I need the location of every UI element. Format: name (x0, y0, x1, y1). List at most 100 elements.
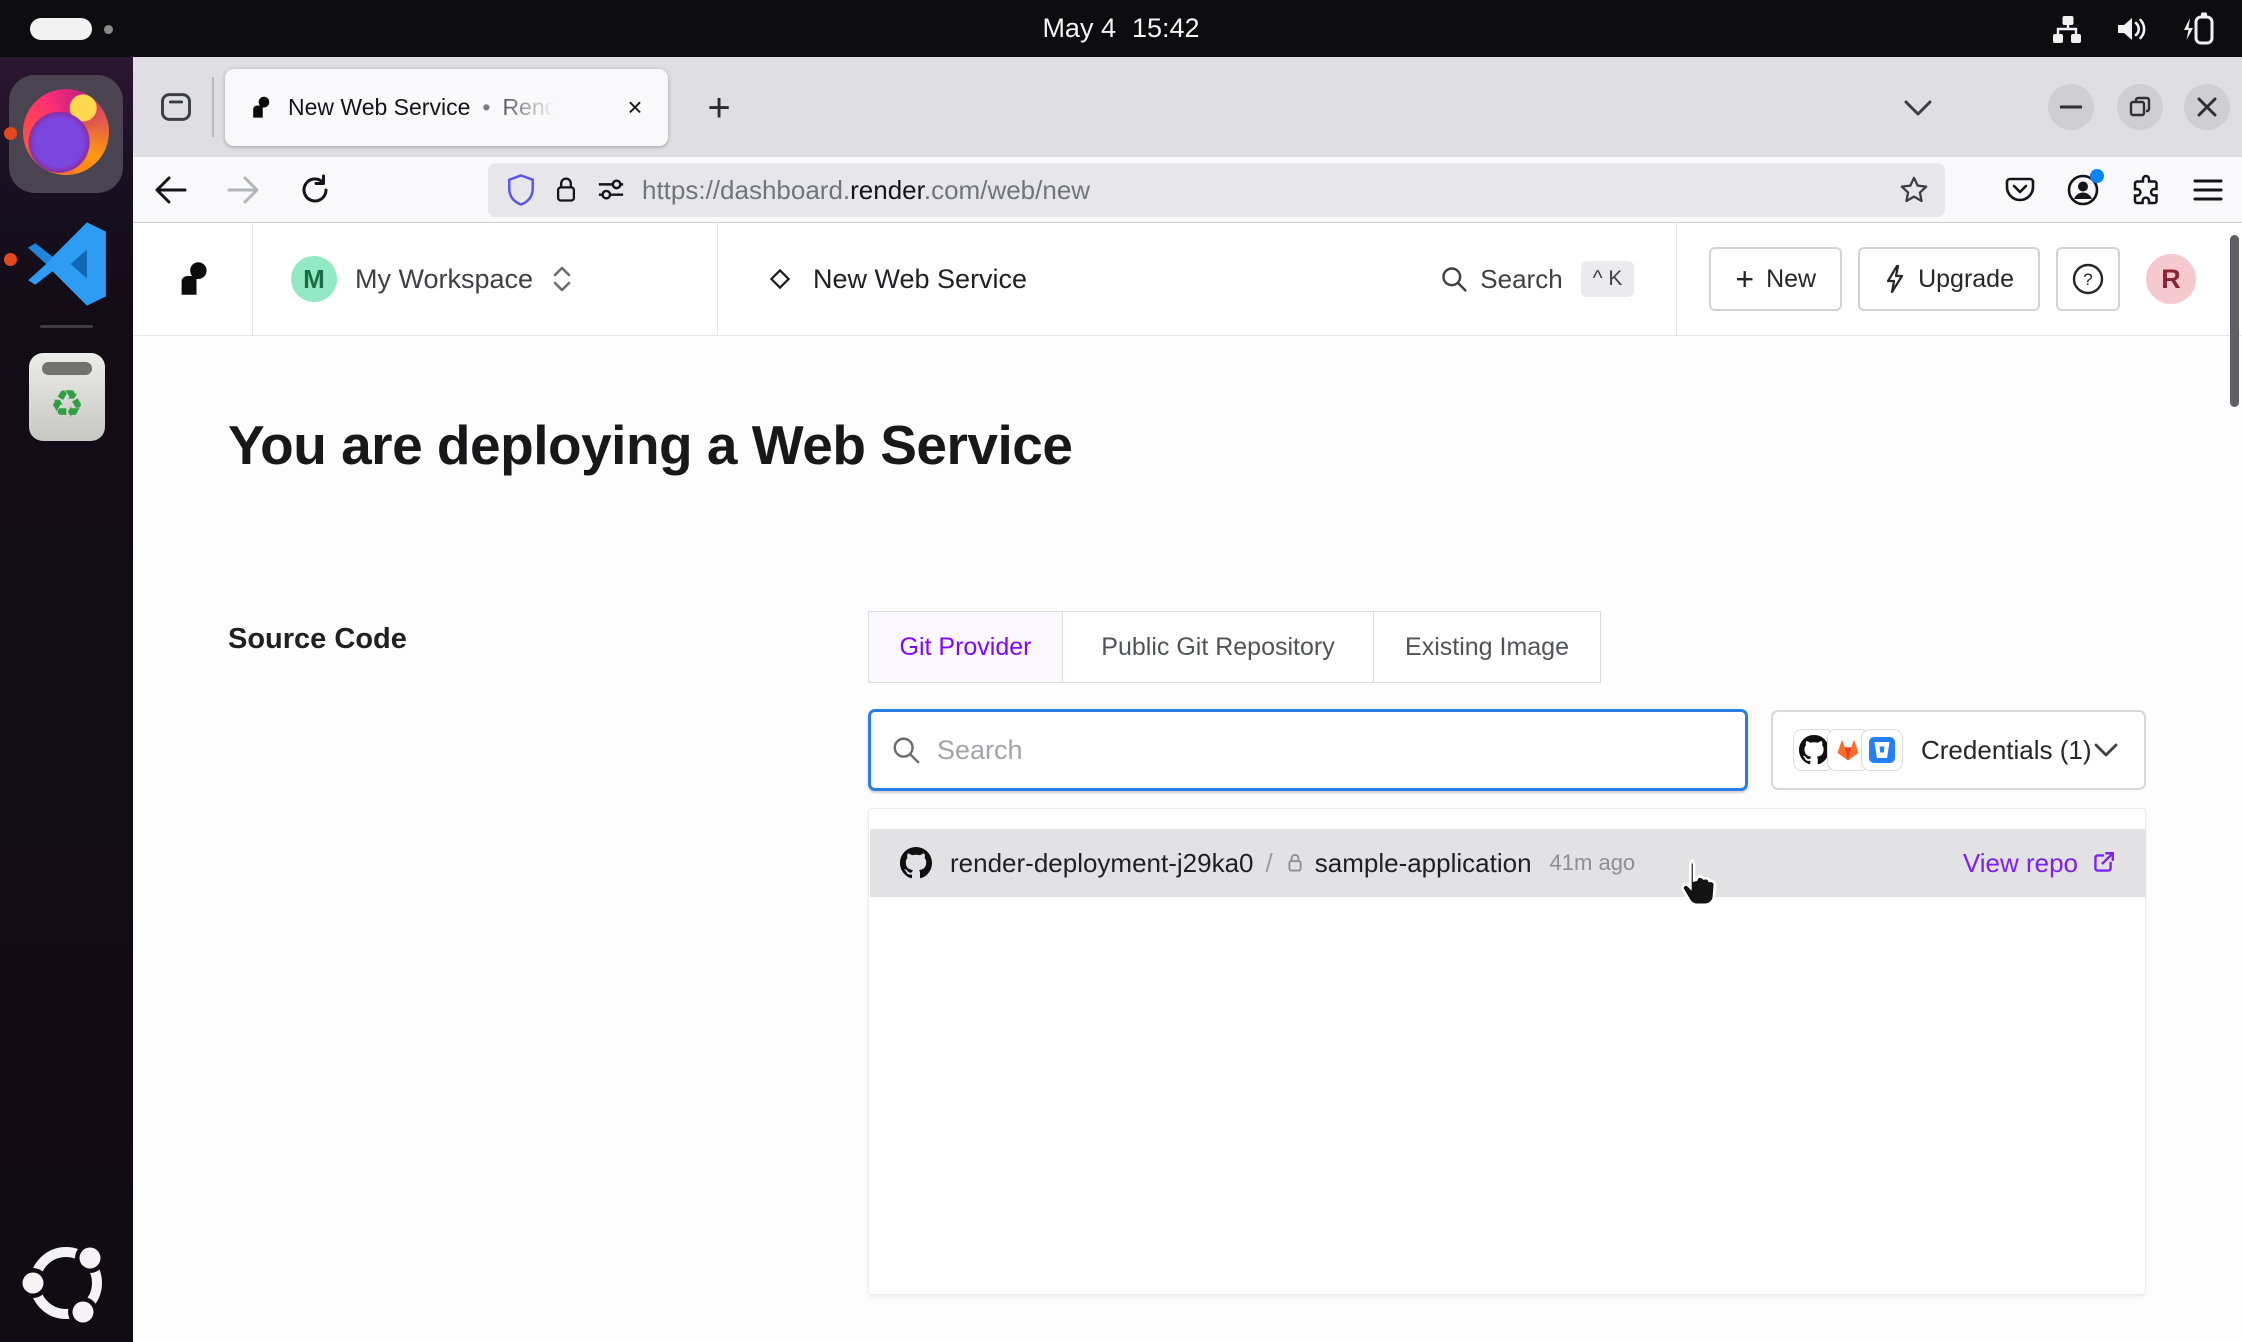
view-repo-link[interactable]: View repo (1963, 848, 2116, 879)
url-text: https://dashboard.render.com/web/new (642, 175, 1090, 206)
repo-updated-time: 41m ago (1550, 850, 1636, 876)
browser-tab-active[interactable]: New Web Service • Rend × (225, 69, 668, 146)
tab-strip: New Web Service • Rend × + (133, 57, 2242, 157)
tab-existing-image[interactable]: Existing Image (1373, 611, 1601, 683)
repo-search-input[interactable] (937, 735, 1725, 766)
select-chevrons-icon (551, 264, 573, 294)
system-top-bar: May 4 15:42 (0, 0, 2242, 57)
close-icon (2197, 97, 2217, 117)
system-time: 15:42 (1132, 13, 1200, 44)
recycle-icon: ♻ (50, 382, 84, 427)
tab-title-suffix: Rend (502, 94, 557, 121)
credential-provider-chips (1793, 729, 1903, 771)
new-button[interactable]: + New (1709, 247, 1842, 311)
pocket-icon[interactable] (2004, 174, 2036, 206)
window-close-button[interactable] (2184, 84, 2230, 130)
source-code-label: Source Code (228, 623, 407, 656)
system-date: May 4 (1042, 13, 1116, 44)
search-icon (1440, 265, 1468, 293)
render-dashboard: M My Workspace New Web Service Search ^ … (133, 223, 2242, 1342)
external-link-icon (2090, 850, 2116, 876)
help-button[interactable]: ? (2056, 247, 2120, 311)
plus-icon: + (1735, 261, 1754, 298)
url-bar[interactable]: https://dashboard.render.com/web/new (488, 163, 1945, 217)
extensions-puzzle-icon[interactable] (2130, 174, 2162, 206)
restore-icon (2129, 96, 2151, 118)
volume-icon[interactable] (2114, 12, 2150, 46)
github-icon (900, 847, 932, 879)
dock-item-vscode[interactable] (20, 217, 114, 311)
render-home-logo[interactable] (133, 223, 253, 335)
window-restore-button[interactable] (2117, 84, 2163, 130)
account-button[interactable] (2066, 173, 2100, 207)
global-search-button[interactable]: Search ^ K (1440, 223, 1676, 335)
forward-button[interactable] (221, 168, 265, 212)
svg-text:?: ? (2083, 270, 2092, 289)
help-question-icon: ? (2070, 261, 2106, 297)
tab-git-provider[interactable]: Git Provider (868, 611, 1063, 683)
reload-icon (299, 174, 331, 206)
workspace-name: My Workspace (355, 264, 533, 295)
repo-owner: render-deployment-j29ka0 (950, 848, 1254, 879)
user-avatar[interactable]: R (2146, 254, 2196, 304)
repo-list-panel: render-deployment-j29ka0 / sample-applic… (868, 808, 2146, 1295)
source-type-tabs: Git Provider Public Git Repository Exist… (868, 611, 1601, 683)
dock-item-show-apps[interactable] (16, 1233, 116, 1333)
app-header: M My Workspace New Web Service Search ^ … (133, 223, 2242, 336)
vscode-icon (20, 217, 114, 311)
list-all-tabs-button[interactable] (1895, 87, 1941, 129)
scrollbar-thumb[interactable] (2230, 235, 2239, 407)
dock-item-firefox[interactable] (9, 75, 123, 193)
render-favicon (247, 94, 274, 121)
search-icon (891, 735, 921, 765)
firefox-view-button[interactable] (151, 84, 201, 130)
cursor-pointer (1672, 858, 1718, 910)
tab-title-separator: • (482, 94, 490, 121)
chevron-down-icon (2092, 741, 2120, 759)
search-label: Search (1480, 264, 1562, 295)
lightning-bolt-icon (1884, 264, 1906, 294)
system-clock[interactable]: May 4 15:42 (0, 0, 2242, 57)
credentials-dropdown[interactable]: Credentials (1) (1771, 710, 2146, 790)
lock-icon[interactable] (552, 174, 580, 206)
service-diamond-icon (765, 264, 795, 294)
search-shortcut-badge: ^ K (1581, 261, 1635, 297)
credentials-label: Credentials (1) (1921, 735, 2092, 766)
dock-item-trash[interactable]: ♻ (29, 353, 105, 441)
back-button[interactable] (149, 168, 193, 212)
breadcrumb: New Web Service (718, 223, 1440, 335)
upgrade-button[interactable]: Upgrade (1858, 247, 2040, 311)
tab-title: New Web Service (288, 94, 470, 121)
dock-divider (40, 325, 93, 328)
bitbucket-icon (1861, 729, 1903, 771)
back-arrow-icon (154, 175, 188, 205)
permissions-sliders-icon[interactable] (596, 176, 626, 204)
workspace-avatar: M (291, 256, 337, 302)
network-tree-icon[interactable] (2050, 12, 2084, 46)
workspace-selector[interactable]: M My Workspace (253, 223, 718, 335)
tracking-shield-icon[interactable] (506, 173, 536, 207)
vscode-running-indicator (4, 253, 17, 266)
minimize-icon (2060, 104, 2082, 110)
page-title: New Web Service (813, 264, 1027, 295)
firefox-view-icon (158, 89, 194, 125)
repo-search-box (868, 709, 1748, 791)
repo-name: sample-application (1315, 848, 1532, 879)
account-notification-dot (2090, 169, 2104, 183)
battery-charging-icon[interactable] (2180, 10, 2216, 48)
reload-button[interactable] (293, 168, 337, 212)
toolbar-right-icons (2004, 168, 2224, 212)
firefox-running-indicator (4, 127, 17, 140)
new-tab-button[interactable]: + (693, 82, 745, 134)
repo-row[interactable]: render-deployment-j29ka0 / sample-applic… (870, 829, 2146, 897)
bookmark-star-icon[interactable] (1899, 175, 1929, 205)
dock: ♻ (0, 57, 133, 1342)
ubuntu-logo-icon (16, 1233, 116, 1333)
tab-close-button[interactable]: × (618, 91, 652, 125)
tabbar-separator (212, 77, 214, 137)
header-actions: + New Upgrade ? R (1676, 223, 2242, 335)
forward-arrow-icon (226, 175, 260, 205)
menu-hamburger-icon[interactable] (2192, 176, 2224, 204)
window-minimize-button[interactable] (2048, 84, 2094, 130)
tab-public-git-repository[interactable]: Public Git Repository (1062, 611, 1374, 683)
